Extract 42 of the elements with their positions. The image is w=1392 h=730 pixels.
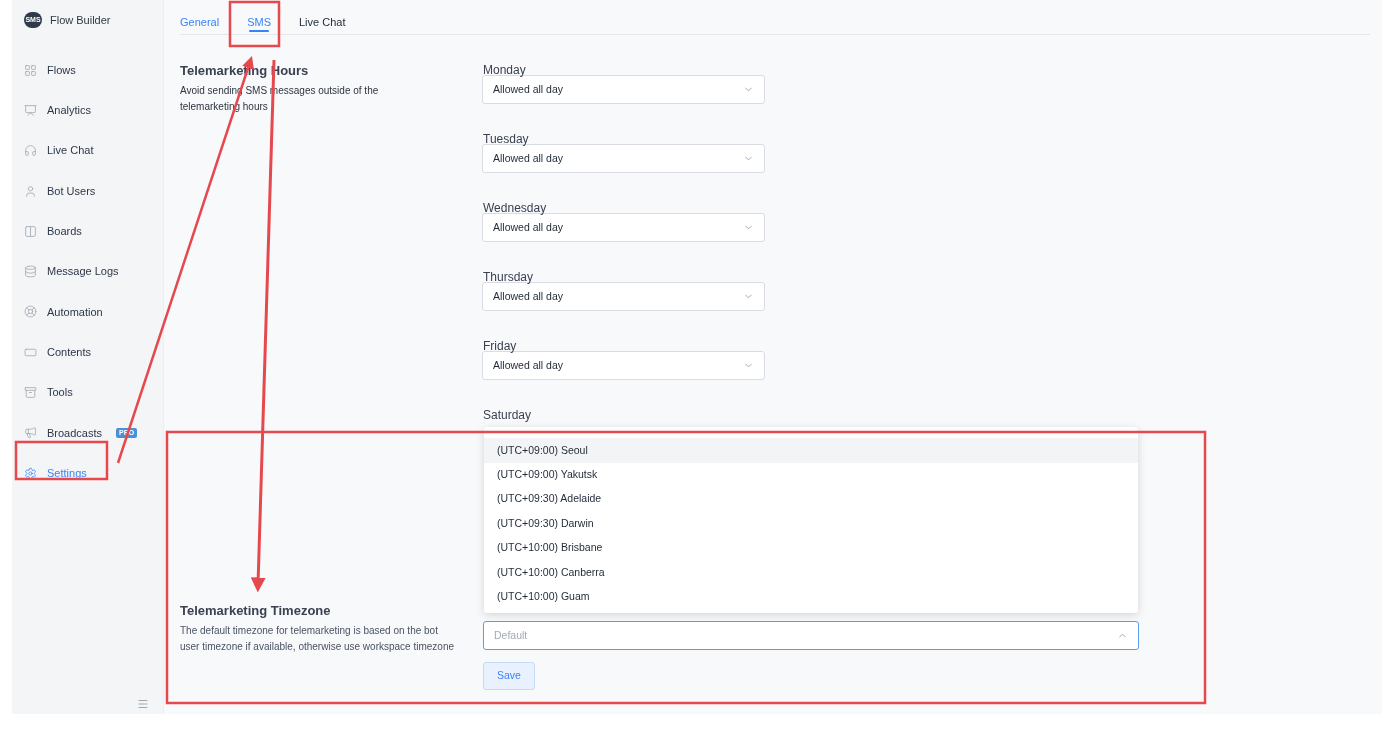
timezone-option[interactable]: (UTC+09:00) Yakutsk <box>484 462 1138 488</box>
grid-icon <box>24 63 37 77</box>
timezone-option[interactable]: (UTC+10:00) Canberra <box>484 560 1138 585</box>
columns-icon <box>24 224 37 238</box>
day-label: Friday <box>483 338 518 352</box>
tab-underline <box>249 30 270 32</box>
day-label: Wednesday <box>483 200 548 214</box>
tab[interactable]: SMS <box>247 8 271 34</box>
archive-box-icon <box>24 386 37 399</box>
sidebar-item[interactable]: Automation <box>24 291 163 333</box>
sidebar-item[interactable]: Boards <box>24 211 163 252</box>
section-title: Telemarketing Timezone <box>180 602 332 620</box>
sidebar-item[interactable]: Settings <box>24 452 163 494</box>
day-label: Thursday <box>483 269 535 283</box>
day-label: Saturday <box>483 407 533 421</box>
sidebar-item[interactable]: Live Chat <box>24 130 163 171</box>
sidebar-item[interactable]: Analytics <box>24 90 163 131</box>
day-label: Tuesday <box>483 131 530 145</box>
brand-name: Flow Builder <box>50 12 111 28</box>
settings-icon <box>24 466 37 480</box>
timezone-option[interactable]: (UTC+09:00) Seoul <box>484 438 1138 463</box>
tab[interactable]: Live Chat <box>299 8 346 34</box>
presentation-board-icon <box>24 103 37 117</box>
highlight-frame <box>228 0 281 48</box>
sidebar-item[interactable]: Bot Users <box>24 170 163 212</box>
collapse-menu-icon[interactable] <box>137 698 149 710</box>
sidebar-item[interactable]: Contents <box>24 332 163 373</box>
sidebar-item[interactable]: Tools <box>24 372 163 413</box>
user-icon <box>24 184 37 198</box>
database-icon <box>24 265 37 279</box>
day-label: Monday <box>483 62 527 76</box>
lifebuoy-icon <box>24 305 37 319</box>
timezone-option[interactable]: (UTC+09:30) Darwin <box>484 511 1138 536</box>
section-description: The default timezone for telemarketing is based on the bot user timezone if available, otherwise use workspace timezone <box>180 623 455 654</box>
timezone-option[interactable]: (UTC+10:00) Guam <box>484 584 1138 609</box>
megaphone-icon <box>24 426 37 440</box>
sidebar-item[interactable]: Flows <box>24 50 163 91</box>
sidebar-item[interactable]: Message Logs <box>24 251 163 292</box>
timezone-option[interactable]: (UTC+10:00) Brisbane <box>484 535 1138 561</box>
timezone-option[interactable]: (UTC+09:30) Adelaide <box>484 487 1138 512</box>
headset-icon <box>24 144 37 158</box>
tab[interactable]: General <box>180 8 220 34</box>
